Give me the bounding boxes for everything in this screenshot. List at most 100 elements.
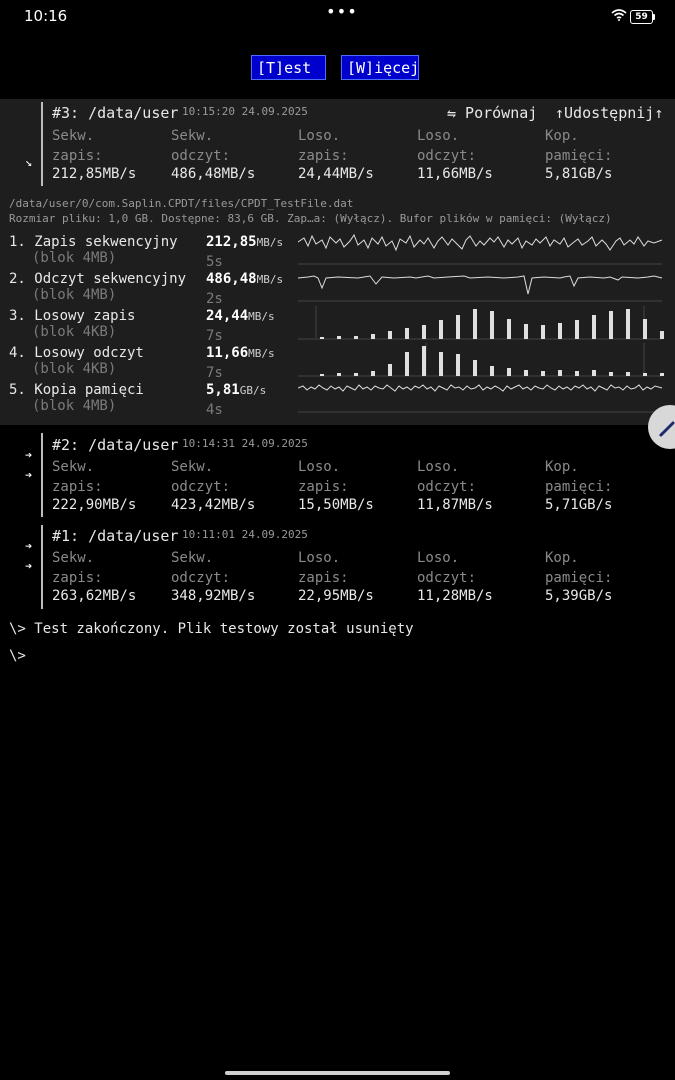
edit-fab-button[interactable] [648, 405, 675, 449]
test-value-number: 24,44 [206, 308, 249, 324]
col-label-1: Loso. [298, 128, 341, 144]
io-bar [456, 315, 460, 339]
test-value: 486,48MB/s [206, 271, 283, 287]
col-label-1: Sekw. [52, 550, 95, 566]
expand-arrow-icon[interactable]: ➔ [25, 468, 32, 482]
result-3-col-1: Sekw. odczyt: 486,48MB/s [171, 126, 255, 182]
col-label-1: Loso. [417, 550, 460, 566]
col-label-2: pamięci: [545, 570, 613, 586]
test-row-3: 3. Losowy zapis (blok 4KB) 24,44MB/s 7s [9, 308, 299, 344]
col-label-2: zapis: [52, 148, 103, 164]
share-button[interactable]: ↑Udostępnij↑ [555, 104, 663, 122]
result-2-timestamp: 10:14:31 24.09.2025 [182, 437, 308, 450]
col-label-1: Loso. [417, 459, 460, 475]
test-row-2: 2. Odczyt sekwencyjny (blok 4MB) 486,48M… [9, 271, 299, 307]
io-bar [439, 320, 443, 339]
console-prompt[interactable]: \> [9, 648, 26, 664]
io-bar [558, 370, 562, 376]
col-value: 11,87MB/s [417, 497, 493, 513]
test-time: 4s [206, 402, 223, 418]
col-value: 222,90MB/s [52, 497, 137, 513]
pencil-icon [659, 421, 675, 437]
test-block: (blok 4KB) [32, 361, 117, 377]
test-time: 2s [206, 291, 223, 307]
col-label-1: Sekw. [171, 459, 214, 475]
more-button[interactable]: [W]ięcej [341, 55, 419, 80]
col-label-2: zapis: [298, 570, 349, 586]
result-2-col-0: Sekw. zapis: 222,90MB/s [52, 457, 136, 513]
col-label-2: zapis: [298, 479, 349, 495]
io-bar [626, 372, 630, 376]
random-read-bars [320, 346, 664, 376]
col-value: 486,48MB/s [171, 166, 256, 182]
col-value: 5,71GB/s [545, 497, 613, 513]
result-3-bar [41, 102, 43, 186]
col-label-1: Kop. [545, 550, 579, 566]
col-value: 5,39GB/s [545, 588, 613, 604]
col-label-2: odczyt: [171, 570, 231, 586]
col-label-1: Loso. [298, 459, 341, 475]
home-indicator[interactable] [225, 1071, 450, 1075]
test-file-path: /data/user/0/com.Saplin.CPDT/files/CPDT_… [9, 197, 354, 210]
io-bar [541, 325, 545, 339]
speed-graphs [298, 233, 664, 413]
result-1-bar [41, 525, 43, 609]
test-block: (blok 4KB) [32, 324, 117, 340]
test-value: 24,44MB/s [206, 308, 275, 324]
io-bar [371, 334, 375, 339]
col-label-1: Sekw. [52, 128, 95, 144]
col-label-2: zapis: [52, 479, 103, 495]
io-bar [507, 319, 511, 339]
test-row-4: 4. Losowy odczyt (blok 4KB) 11,66MB/s 7s [9, 345, 299, 381]
test-value: 11,66MB/s [206, 345, 275, 361]
test-value-unit: MB/s [248, 310, 275, 323]
result-2-col-1: Sekw. odczyt: 423,42MB/s [171, 457, 255, 513]
console-message: \> Test zakończony. Plik testowy został … [9, 621, 414, 637]
io-bar [354, 336, 358, 339]
expand-arrow-icon[interactable]: ➔ [25, 539, 32, 553]
col-value: 348,92MB/s [171, 588, 256, 604]
result-2-col-4: Kop. pamięci: 5,71GB/s [545, 457, 612, 513]
collapse-arrow-icon[interactable]: ↘ [25, 155, 32, 169]
expand-arrow-icon[interactable]: ➔ [25, 448, 32, 462]
io-bar [660, 331, 664, 339]
io-bar [558, 323, 562, 339]
col-label-2: pamięci: [545, 148, 613, 164]
col-label-1: Loso. [298, 550, 341, 566]
io-bar [660, 373, 664, 376]
result-1-title[interactable]: #1: /data/user [52, 527, 178, 545]
io-bar [456, 354, 460, 376]
test-value-unit: GB/s [239, 384, 267, 397]
test-row-1: 1. Zapis sekwencyjny (blok 4MB) 212,85MB… [9, 234, 299, 270]
result-1-col-4: Kop. pamięci: 5,39GB/s [545, 548, 612, 604]
result-2-title[interactable]: #2: /data/user [52, 436, 178, 454]
io-bar [626, 309, 630, 339]
status-time: 10:16 [24, 7, 68, 25]
test-block: (blok 4MB) [32, 250, 117, 266]
io-bar [405, 328, 409, 339]
test-time: 5s [206, 254, 223, 270]
test-value-number: 212,85 [206, 234, 257, 250]
io-bar [388, 364, 392, 376]
result-3-title: #3: /data/user [52, 104, 179, 122]
result-1-col-3: Loso. odczyt: 11,28MB/s [417, 548, 493, 604]
io-bar [541, 371, 545, 376]
test-button[interactable]: [T]est [251, 55, 326, 80]
result-1-col-2: Loso. zapis: 22,95MB/s [298, 548, 374, 604]
col-value: 212,85MB/s [52, 166, 137, 182]
test-time: 7s [206, 365, 223, 381]
col-label-1: Sekw. [171, 550, 214, 566]
result-3-timestamp: 10:15:20 24.09.2025 [182, 105, 308, 118]
mem-copy-graph [298, 384, 663, 392]
battery-icon: 59 [630, 10, 655, 24]
io-bar [422, 346, 426, 376]
test-value: 5,81GB/s [206, 382, 266, 398]
col-value: 22,95MB/s [298, 588, 374, 604]
expand-arrow-icon[interactable]: ➔ [25, 559, 32, 573]
io-bar [592, 315, 596, 339]
col-value: 11,28MB/s [417, 588, 493, 604]
col-label-2: odczyt: [171, 479, 231, 495]
compare-button[interactable]: ⇋ Porównaj [447, 104, 537, 122]
result-3-col-2: Loso. zapis: 24,44MB/s [298, 126, 374, 182]
seq-write-graph [298, 233, 663, 252]
